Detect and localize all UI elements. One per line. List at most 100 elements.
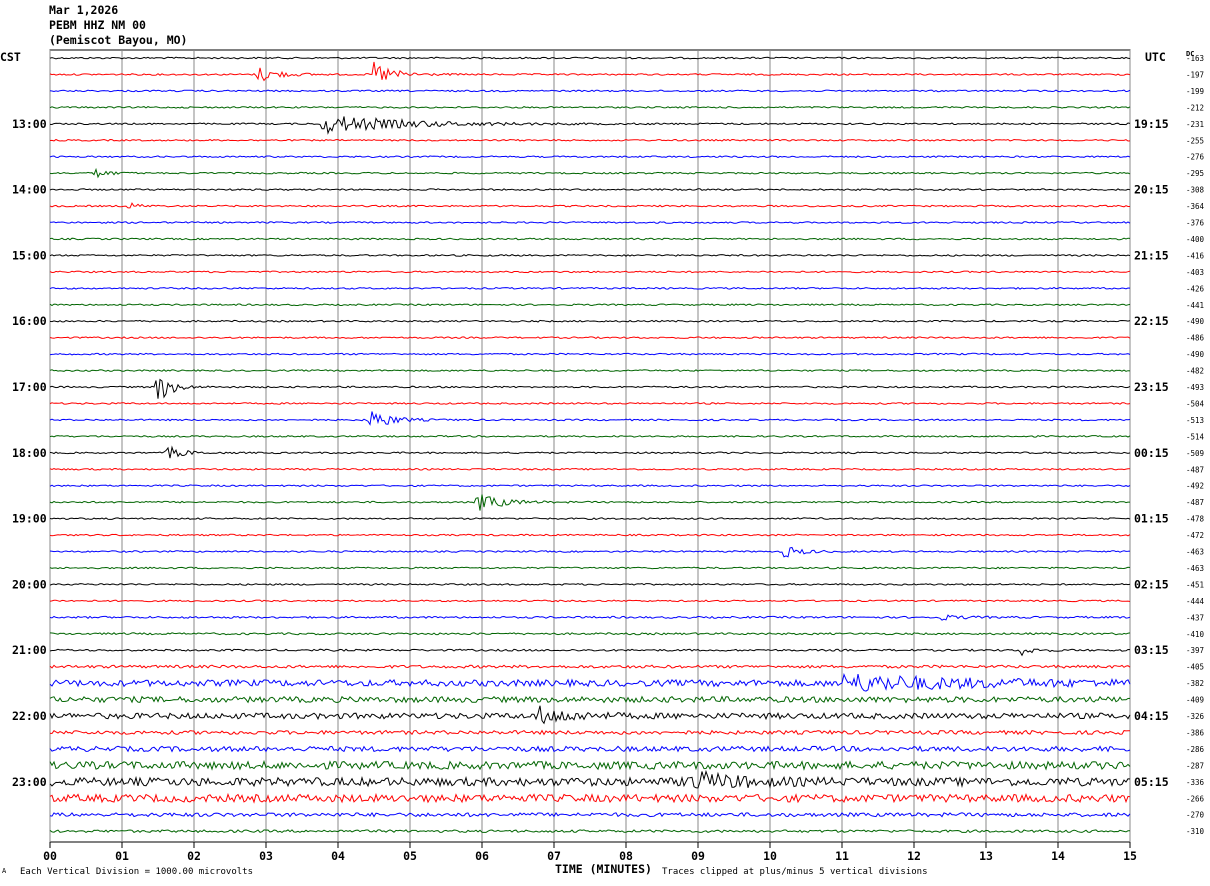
dc-offset-label: -197 xyxy=(1186,70,1204,79)
trace-line xyxy=(49,484,1131,488)
dc-offset-label: -255 xyxy=(1186,136,1204,145)
trace-line xyxy=(49,202,1130,209)
dc-offset-label: -386 xyxy=(1186,728,1205,737)
right-hour-label: 22:15 xyxy=(1134,314,1169,328)
right-hour-label: 21:15 xyxy=(1134,248,1169,262)
left-hour-label: 18:00 xyxy=(12,446,47,460)
left-hour-label: 14:00 xyxy=(12,183,47,197)
x-tick-label: 11 xyxy=(835,849,849,863)
trace-line xyxy=(49,336,1131,340)
trace-line xyxy=(49,705,1131,725)
x-tick-label: 01 xyxy=(115,849,129,863)
x-axis-title: TIME (MINUTES) xyxy=(555,862,652,876)
trace-line xyxy=(49,811,1131,818)
dc-offset-label: -266 xyxy=(1186,794,1205,803)
trace-line xyxy=(49,105,1131,109)
dc-offset-label: -276 xyxy=(1186,153,1205,162)
left-hour-label: 19:00 xyxy=(12,512,47,526)
dc-offset-label: -410 xyxy=(1186,630,1205,639)
trace-line xyxy=(49,369,1131,372)
left-hour-label: 22:00 xyxy=(12,709,47,723)
left-hour-label: 16:00 xyxy=(12,314,47,328)
x-tick-label: 13 xyxy=(979,849,993,863)
dc-offset-label: -336 xyxy=(1186,778,1205,787)
trace-line xyxy=(49,138,1131,142)
dc-offset-label: -364 xyxy=(1186,202,1205,211)
dc-offset-label: -482 xyxy=(1186,367,1204,376)
dc-offset-label: -444 xyxy=(1186,597,1205,606)
trace-line xyxy=(49,759,1131,771)
trace-line xyxy=(49,254,1131,257)
x-tick-label: 00 xyxy=(43,849,57,863)
right-hour-label: 00:15 xyxy=(1134,446,1169,460)
x-tick-label: 10 xyxy=(763,849,777,863)
left-hour-label: 15:00 xyxy=(12,248,47,262)
dc-offset-label: -231 xyxy=(1186,120,1204,129)
trace-line xyxy=(49,411,1131,426)
dc-offset-label: -451 xyxy=(1186,580,1204,589)
dc-offset-label: -403 xyxy=(1186,268,1204,277)
trace-line xyxy=(49,729,1130,736)
trace-line xyxy=(49,517,1131,520)
dc-offset-label: -199 xyxy=(1186,87,1204,96)
trace-line xyxy=(49,188,1131,192)
trace-line xyxy=(49,632,1131,636)
left-hour-label: 20:00 xyxy=(12,577,47,591)
dc-offset-label: -486 xyxy=(1186,334,1205,343)
trace-line xyxy=(49,56,1131,60)
right-hour-label: 19:15 xyxy=(1134,117,1169,131)
trace-line xyxy=(49,61,1131,82)
trace-line xyxy=(49,614,1131,621)
right-hour-label: 01:15 xyxy=(1134,512,1169,526)
dc-offset-label: -286 xyxy=(1186,745,1205,754)
dc-offset-label: -287 xyxy=(1186,761,1204,770)
dc-offset-label: -382 xyxy=(1186,679,1204,688)
trace-line xyxy=(49,695,1131,704)
dc-offset-label: -426 xyxy=(1186,284,1205,293)
dc-offset-label: -493 xyxy=(1186,383,1204,392)
dc-offset-label: -310 xyxy=(1186,827,1205,836)
x-tick-label: 07 xyxy=(547,849,561,863)
trace-line xyxy=(49,673,1131,692)
dc-offset-label: -509 xyxy=(1186,449,1204,458)
dc-offset-label: -478 xyxy=(1186,515,1205,524)
trace-line xyxy=(49,445,1131,459)
dc-offset-label: -472 xyxy=(1186,531,1204,540)
trace-line xyxy=(49,648,1131,657)
trace-line xyxy=(49,237,1131,241)
trace-line xyxy=(49,434,1131,438)
dc-offset-label: -416 xyxy=(1186,251,1205,260)
trace-line xyxy=(49,89,1131,93)
x-tick-label: 12 xyxy=(907,849,921,863)
dc-offset-label: -376 xyxy=(1186,219,1205,228)
trace-line xyxy=(49,402,1131,405)
dc-offset-label: -513 xyxy=(1186,416,1204,425)
dc-offset-label: -490 xyxy=(1186,350,1205,359)
trace-line xyxy=(49,792,1131,804)
dc-offset-label: -441 xyxy=(1186,301,1204,310)
trace-line xyxy=(49,378,1131,399)
dc-offset-label: -490 xyxy=(1186,317,1205,326)
dc-offset-label: -409 xyxy=(1186,696,1204,705)
dc-offset-label: -270 xyxy=(1186,811,1205,820)
trace-line xyxy=(49,303,1131,307)
clip-note: Traces clipped at plus/minus 5 vertical … xyxy=(662,867,928,877)
x-tick-label: 06 xyxy=(475,849,489,863)
x-tick-label: 04 xyxy=(331,849,345,863)
helicorder-chart: 00 01 02 03 04 05 06 07 08 09 10 11 12 13 14 15 -163 -197… xyxy=(12,49,1205,863)
x-tick-label: 08 xyxy=(619,849,633,863)
trace-line xyxy=(49,116,1131,135)
trace-line xyxy=(49,566,1131,570)
left-hour-label: 13:00 xyxy=(12,117,47,131)
dc-offset-label: -400 xyxy=(1186,235,1205,244)
dc-offset-label: -163 xyxy=(1186,54,1204,63)
plot-frame xyxy=(49,49,1131,843)
left-hour-label: 17:00 xyxy=(12,380,47,394)
x-tick-label: 14 xyxy=(1051,849,1065,863)
right-hour-label: 23:15 xyxy=(1134,380,1169,394)
trace-line xyxy=(49,599,1131,603)
scale-mark: A xyxy=(2,867,7,875)
x-tick-label: 02 xyxy=(187,849,201,863)
x-tick-label: 05 xyxy=(403,849,417,863)
trace-line xyxy=(49,745,1131,753)
